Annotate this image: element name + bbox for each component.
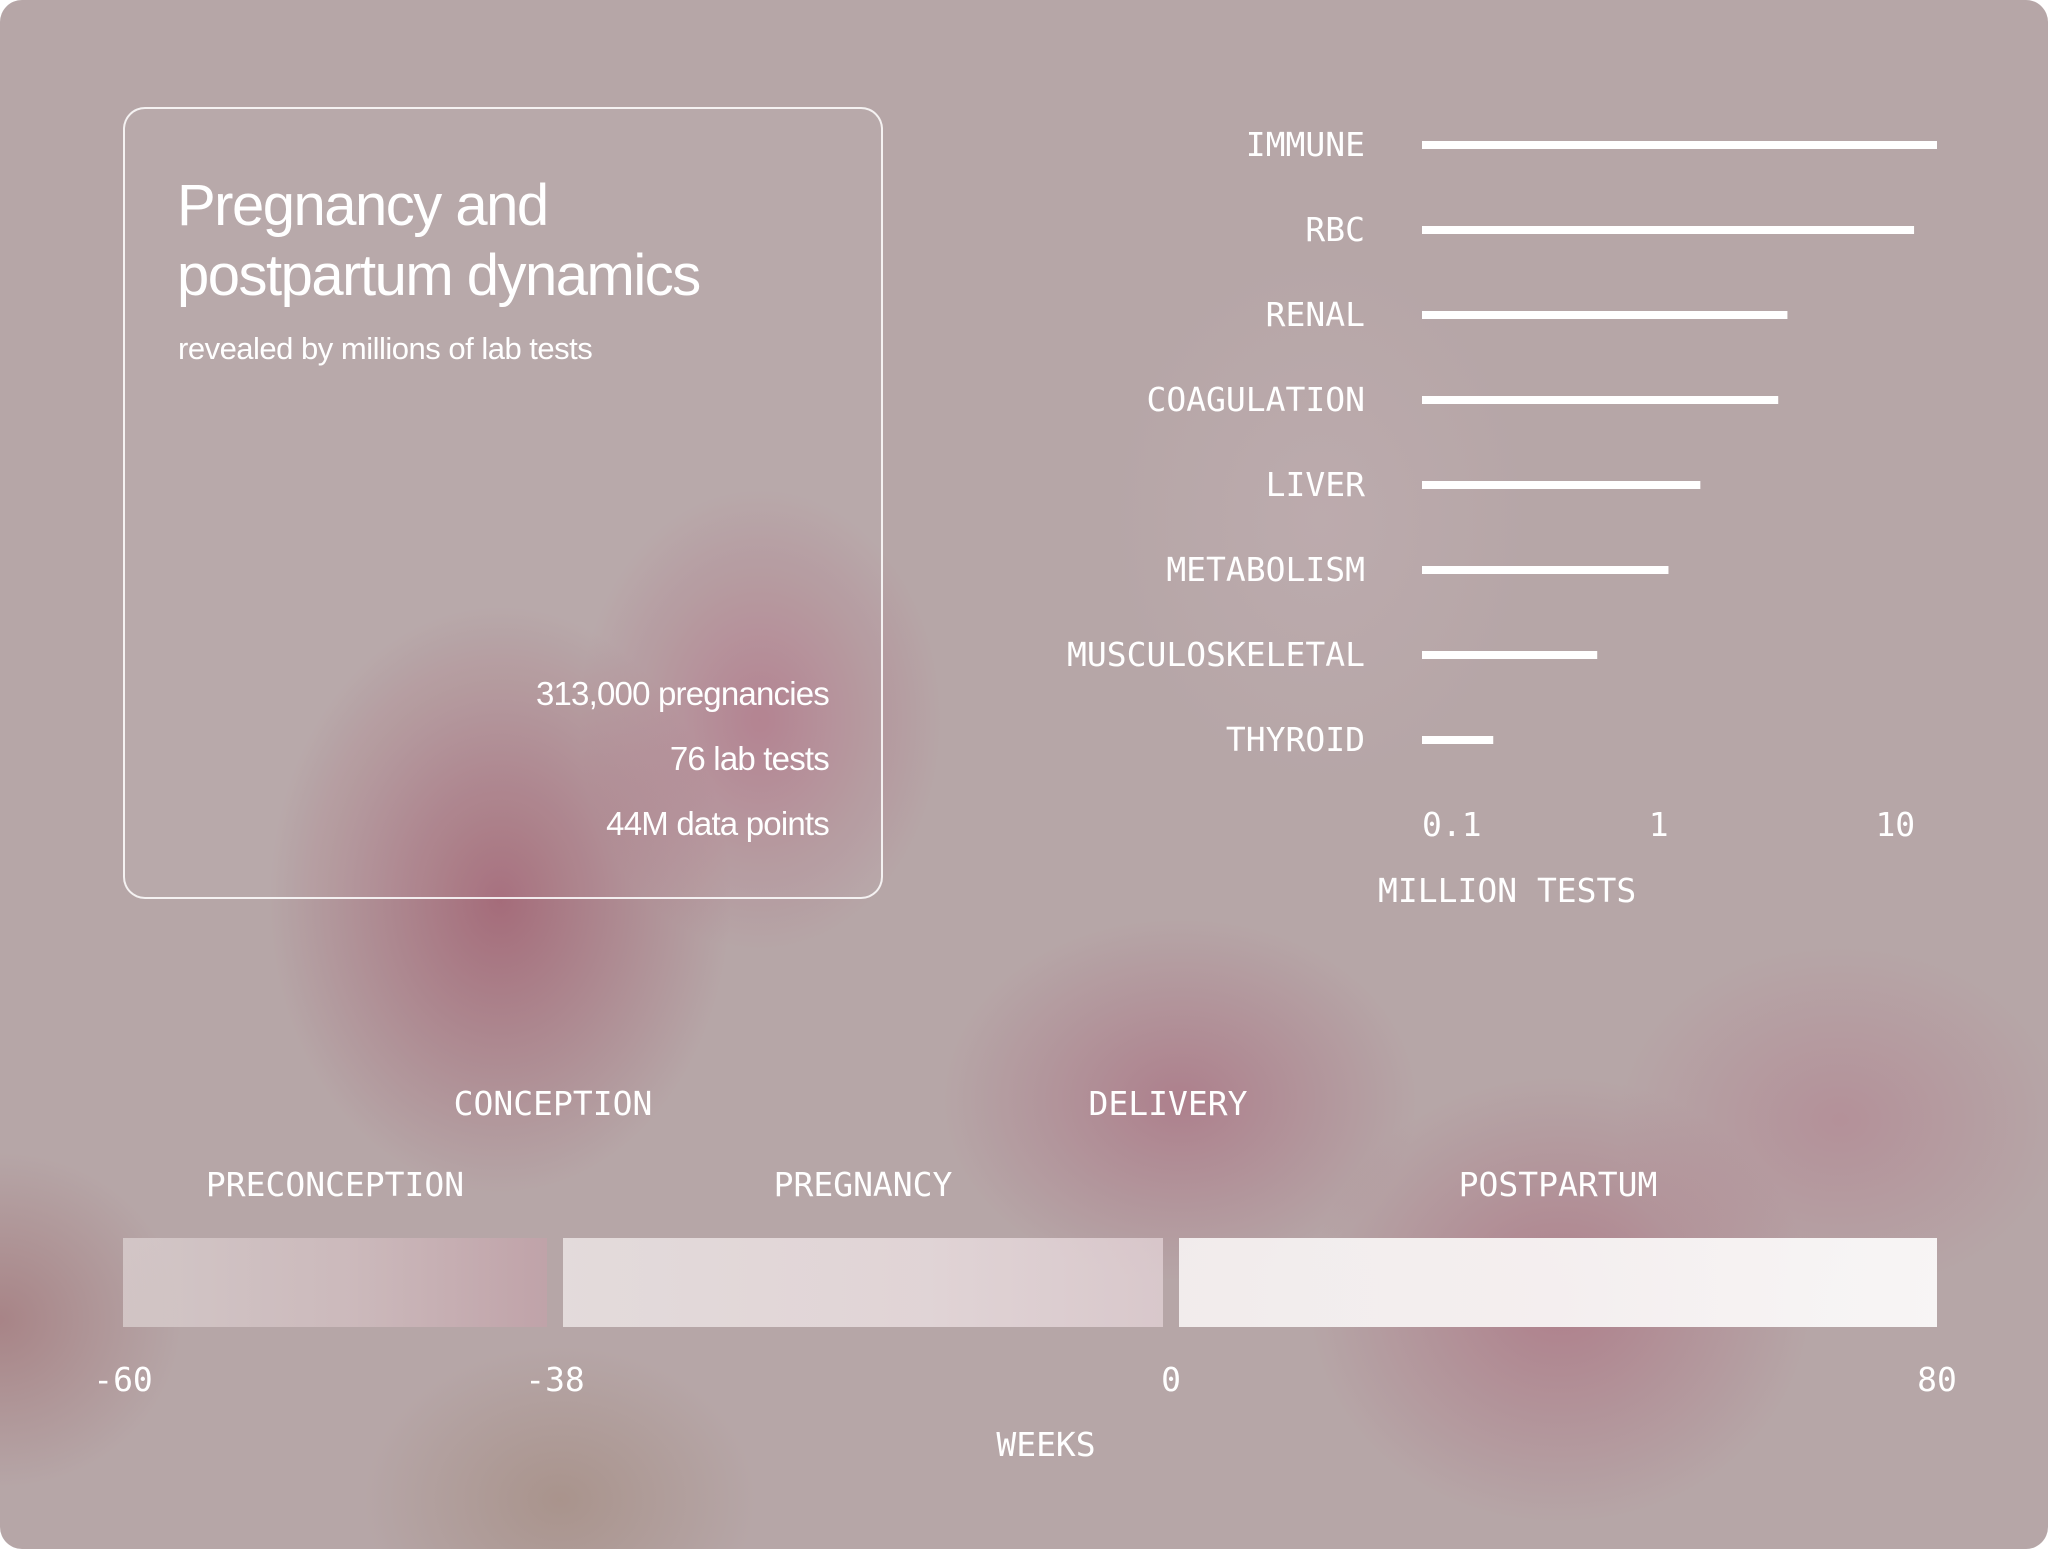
event-label-conception: CONCEPTION	[453, 1084, 653, 1123]
week-tick: -60	[93, 1360, 153, 1399]
bar	[1422, 311, 1788, 319]
category-label: RBC	[1305, 210, 1365, 249]
category-label: MUSCULOSKELETAL	[1067, 635, 1365, 674]
bar	[1422, 566, 1669, 574]
category-label: THYROID	[1226, 720, 1365, 759]
bar	[1422, 481, 1701, 489]
category-label: COAGULATION	[1146, 380, 1365, 419]
phase-label-preconception: PRECONCEPTION	[205, 1165, 465, 1204]
category-label: LIVER	[1266, 465, 1365, 504]
timeline-segment-pregnancy	[563, 1238, 1163, 1327]
bar	[1422, 651, 1598, 659]
bar	[1422, 736, 1494, 744]
category-label: IMMUNE	[1246, 125, 1365, 164]
week-tick: 0	[1161, 1360, 1181, 1399]
x-tick-label: 10	[1875, 805, 1915, 844]
x-tick-label: 1	[1649, 805, 1669, 844]
bar	[1422, 226, 1915, 234]
event-label-delivery: DELIVERY	[1088, 1084, 1248, 1123]
x-tick-label: 0.1	[1422, 805, 1482, 844]
week-tick: 80	[1917, 1360, 1957, 1399]
category-label: RENAL	[1266, 295, 1365, 334]
bar	[1422, 141, 1937, 149]
x-axis-title: MILLION TESTS	[1378, 871, 1636, 910]
weeks-axis-title: WEEKS	[996, 1425, 1096, 1464]
phase-label-postpartum: POSTPARTUM	[1458, 1165, 1658, 1204]
timeline-segment-postpartum	[1179, 1238, 1937, 1327]
figure-card: Pregnancy and postpartum dynamics reveal…	[0, 0, 2048, 1549]
bar-chart: IMMUNE RBC RENAL COAGULATION LIVER METABOLISM…	[1067, 125, 1937, 910]
bar	[1422, 396, 1779, 404]
week-tick: -38	[525, 1360, 585, 1399]
category-label: METABOLISM	[1166, 550, 1365, 589]
timeline-segment-preconception	[123, 1238, 547, 1327]
phase-label-pregnancy: PREGNANCY	[773, 1165, 953, 1204]
